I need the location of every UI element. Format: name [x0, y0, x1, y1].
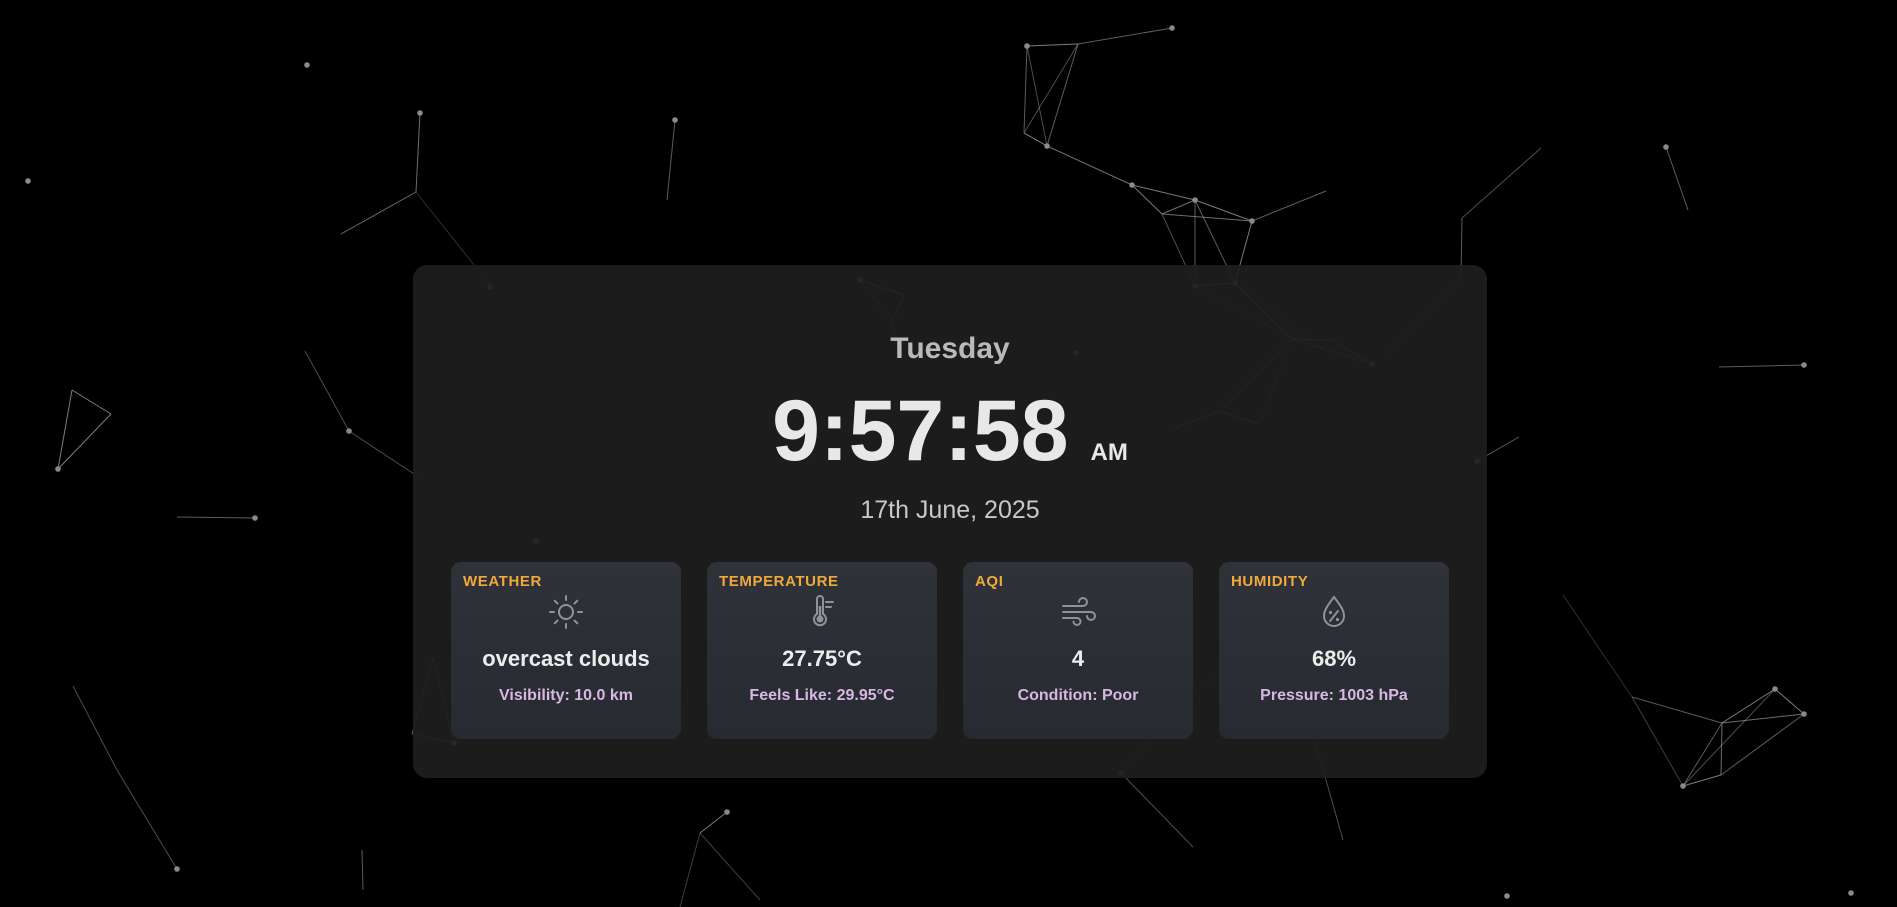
network-line [1562, 594, 1633, 698]
wind-icon [1062, 597, 1096, 626]
network-node [1169, 25, 1175, 31]
humidity-card: HUMIDITY 68% Pressure: 1003 hPa [1219, 562, 1449, 739]
network-node [55, 466, 61, 472]
network-line [1077, 27, 1173, 45]
network-line [1046, 43, 1079, 147]
network-node [1663, 144, 1669, 150]
network-line [1665, 146, 1689, 211]
network-node [1801, 711, 1807, 717]
network-line [72, 685, 118, 771]
sun-icon [549, 595, 583, 629]
network-node [25, 178, 31, 184]
network-line [348, 430, 421, 479]
aqi-condition-text: Condition: Poor [1017, 687, 1139, 704]
network-node [1801, 362, 1807, 368]
network-line [1131, 184, 1163, 215]
dashboard-panel: Tuesday 9:57:58 AM 17th June, 2025 WEATHE… [413, 265, 1487, 778]
network-node [304, 62, 310, 68]
day-of-week: Tuesday [890, 332, 1010, 365]
aqi-value: 4 [1071, 646, 1085, 671]
network-node [346, 428, 352, 434]
network-node [1192, 197, 1198, 203]
clock-row: 9:57:58 AM [413, 385, 1487, 477]
network-line [1682, 688, 1776, 787]
temperature-card: TEMPERATURE 27.75°C Feels Like: 29.95°C [707, 562, 937, 739]
network-line [1026, 43, 1079, 47]
network-node [1044, 143, 1050, 149]
network-line [71, 389, 112, 415]
network-line [340, 191, 417, 235]
network-line [679, 832, 701, 907]
current-date: 17th June, 2025 [860, 496, 1040, 524]
network-node [1249, 218, 1255, 224]
network-line [1026, 45, 1048, 147]
network-line [1720, 713, 1805, 776]
aqi-card: AQI 4 Condition: Poor [963, 562, 1193, 739]
network-node [672, 117, 678, 123]
network-line [1046, 145, 1133, 186]
pressure-text: Pressure: 1003 hPa [1260, 687, 1408, 704]
aqi-card-label: AQI [975, 573, 1004, 590]
network-line [1161, 199, 1196, 215]
network-node [252, 515, 258, 521]
clock-meridiem: AM [1090, 439, 1128, 466]
weather-condition: overcast clouds [482, 646, 650, 671]
thermometer-icon [813, 595, 834, 627]
network-line [116, 769, 178, 870]
network-line [1631, 696, 1723, 724]
network-line [415, 112, 421, 193]
network-line [1718, 364, 1805, 368]
network-line [1023, 43, 1079, 134]
network-line [699, 832, 761, 901]
clock-time: 9:57:58 [772, 383, 1069, 479]
humidity-value: 68% [1311, 646, 1357, 671]
network-node [174, 866, 180, 872]
network-line [361, 849, 364, 891]
network-node [724, 809, 730, 815]
humidity-card-label: HUMIDITY [1231, 573, 1309, 590]
network-node [417, 110, 423, 116]
network-node [1848, 890, 1854, 896]
info-cards: WEATHER overcast clouds Visibility: 10.0… [451, 562, 1451, 739]
network-line [1023, 132, 1048, 147]
visibility-text: Visibility: 10.0 km [499, 687, 633, 704]
network-node [1772, 686, 1778, 692]
weather-card-label: WEATHER [463, 573, 542, 590]
temperature-card-label: TEMPERATURE [719, 573, 839, 590]
network-node [1024, 43, 1030, 49]
network-line [699, 811, 728, 834]
network-line [304, 350, 350, 432]
network-node [1129, 182, 1135, 188]
network-line [1131, 184, 1196, 201]
weather-card: WEATHER overcast clouds Visibility: 10.0… [451, 562, 681, 739]
network-line [1720, 722, 1723, 776]
network-line [666, 119, 676, 201]
network-line [1461, 147, 1542, 219]
humidity-drop-icon [1322, 595, 1346, 627]
network-line [1774, 688, 1805, 715]
network-line [1251, 190, 1327, 222]
network-line [176, 516, 256, 519]
network-line [1023, 45, 1028, 134]
network-line [1120, 772, 1194, 848]
network-line [1161, 213, 1253, 222]
feels-like-text: Feels Like: 29.95°C [749, 687, 895, 704]
network-node [1680, 783, 1686, 789]
network-line [1631, 696, 1684, 787]
app-background: Tuesday 9:57:58 AM 17th June, 2025 WEATHE… [0, 0, 1897, 907]
temperature-value: 27.75°C [782, 646, 862, 671]
network-node [1504, 893, 1510, 899]
